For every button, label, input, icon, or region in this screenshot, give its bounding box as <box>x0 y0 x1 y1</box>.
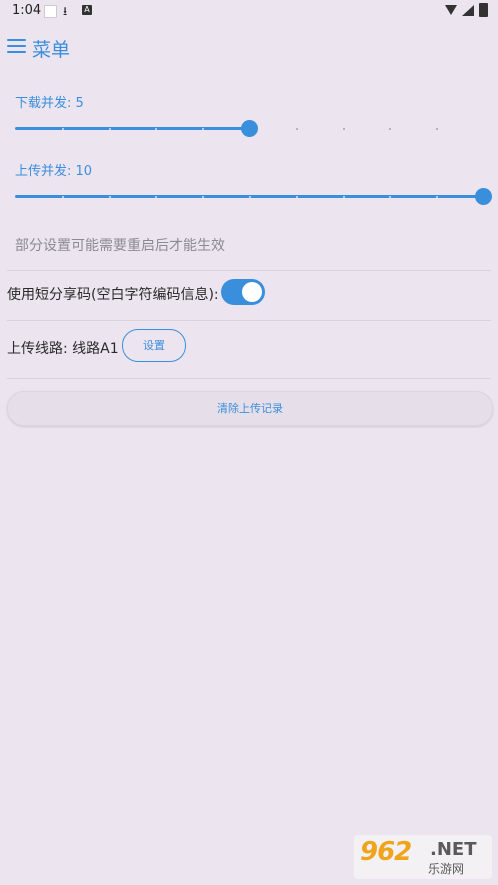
slider-fill <box>15 127 249 130</box>
short-share-code-toggle[interactable] <box>221 279 265 305</box>
slider-tick <box>342 128 345 130</box>
divider <box>7 378 491 379</box>
wifi-icon <box>445 5 457 15</box>
download-concurrency-slider[interactable] <box>15 118 485 140</box>
battery-icon <box>479 3 488 17</box>
clear-upload-records-button[interactable]: 清除上传记录 <box>7 391 493 426</box>
slider-tick <box>295 128 298 130</box>
signal-icon <box>462 4 474 16</box>
watermark-logo: 962 .NET 乐游网 <box>354 835 492 879</box>
upload-route-label: 上传线路: 线路A1 <box>7 341 119 357</box>
status-time: 1:04 <box>12 3 42 18</box>
slider-tick <box>295 196 298 198</box>
slider-tick <box>61 196 64 198</box>
slider-tick <box>249 196 251 198</box>
slider-tick <box>108 128 111 130</box>
slider-tick <box>389 128 392 130</box>
divider <box>7 270 491 271</box>
watermark-number: 962 <box>360 837 412 867</box>
slider-thumb[interactable] <box>241 120 258 137</box>
upload-route-settings-button[interactable]: 设置 <box>122 329 186 362</box>
download-concurrency-label: 下载并发: 5 <box>15 96 84 111</box>
app-notification-icon: A <box>82 5 92 15</box>
slider-tick <box>436 128 439 130</box>
restart-hint: 部分设置可能需要重启后才能生效 <box>15 238 225 254</box>
upload-concurrency-slider[interactable] <box>15 186 492 208</box>
short-share-code-label: 使用短分享码(空白字符编码信息): <box>7 287 219 303</box>
slider-tick <box>61 128 64 130</box>
hamburger-menu-icon[interactable] <box>7 39 26 54</box>
page-title: 菜单 <box>32 39 71 61</box>
slider-tick <box>342 196 345 198</box>
slider-tick <box>108 196 111 198</box>
toggle-knob <box>242 282 262 302</box>
watermark-subtitle: 乐游网 <box>428 862 465 876</box>
app-bar: 菜单 <box>0 30 498 64</box>
status-icons <box>445 3 488 17</box>
slider-thumb[interactable] <box>475 188 492 205</box>
divider <box>7 320 491 321</box>
notification-square-icon <box>44 5 57 18</box>
watermark-suffix: .NET <box>430 839 477 860</box>
upload-concurrency-label: 上传并发: 10 <box>15 164 93 179</box>
status-bar: 1:04 ⭳ A <box>0 0 498 22</box>
download-icon: ⭳ <box>63 4 68 18</box>
